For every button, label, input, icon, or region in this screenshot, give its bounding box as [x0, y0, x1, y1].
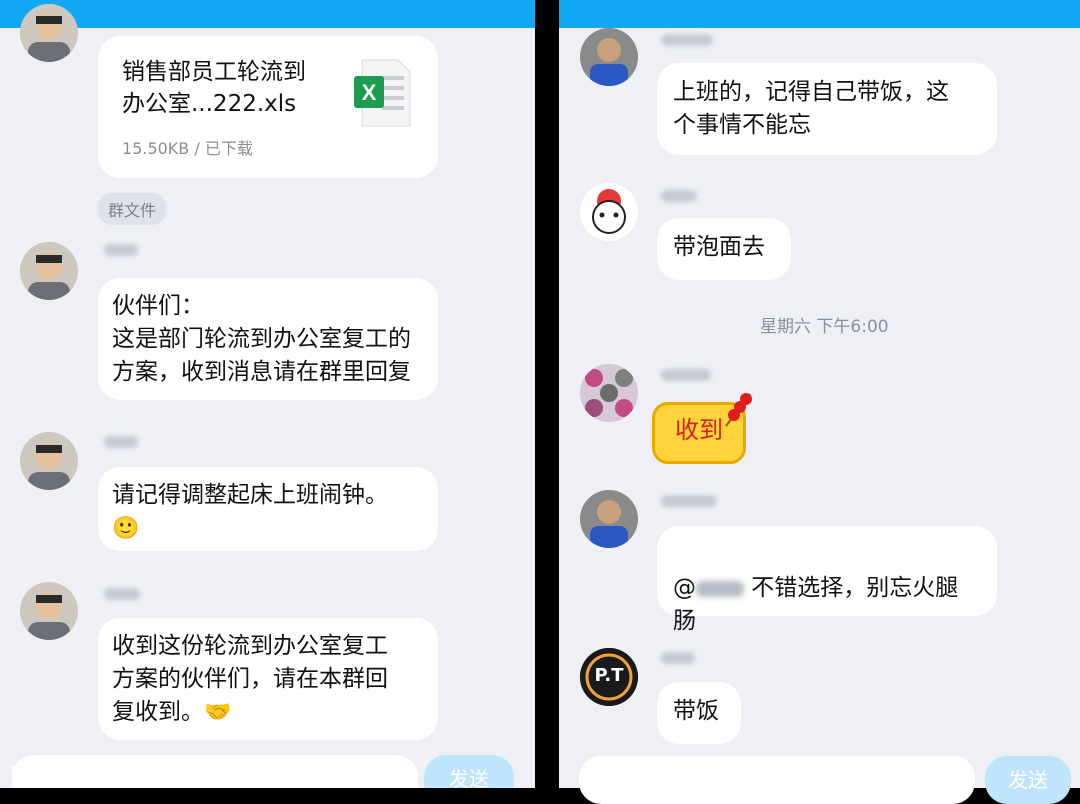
chat-header — [559, 0, 1080, 28]
message-bubble[interactable]: 伙伴们： 这是部门轮流到办公室复工的 方案，收到消息请在群里回复 — [98, 278, 438, 400]
avatar[interactable] — [20, 242, 78, 300]
excel-file-icon: X — [354, 58, 412, 128]
message-text: 请记得调整起床上班闹钟。 — [112, 482, 388, 508]
smile-emoji-icon: 🙂 — [112, 516, 140, 541]
watermark-text: 大数跨境 — [47, 760, 136, 785]
avatar[interactable] — [20, 432, 78, 490]
avatar[interactable] — [580, 183, 638, 241]
watermark-icon: ᑌ∞ — [10, 763, 40, 784]
message-bubble[interactable]: 上班的，记得自己带饭，这 个事情不能忘 — [657, 63, 997, 155]
avatar[interactable] — [580, 364, 638, 422]
send-button[interactable]: 发送 — [424, 755, 514, 788]
message-text: 收到 — [675, 416, 723, 444]
file-name: 销售部员工轮流到 办公室...222.xls — [122, 59, 306, 117]
right-chat-panel: 上班的，记得自己带饭，这 个事情不能忘 带泡面去 星期六 下午6:00 — [559, 0, 1080, 788]
tanghulu-icon — [722, 390, 756, 432]
handshake-emoji-icon: 🤝 — [204, 700, 232, 725]
sender-name — [661, 369, 711, 381]
left-chat-panel: 销售部员工轮流到 办公室...222.xls 15.50KB / 已下载 X 群… — [0, 0, 535, 788]
message-text: 收到这份轮流到办公室复工 方案的伙伴们，请在本群回 复收到。 — [112, 633, 388, 725]
avatar[interactable] — [20, 4, 78, 62]
message-bubble[interactable]: 带泡面去 — [657, 218, 791, 280]
sender-name — [104, 436, 138, 448]
group-file-chip[interactable]: 群文件 — [98, 193, 167, 225]
file-meta: 15.50KB / 已下载 — [122, 139, 253, 158]
message-bubble[interactable]: 收到这份轮流到办公室复工 方案的伙伴们，请在本群回 复收到。🤝 — [98, 618, 438, 740]
chat-header — [0, 0, 535, 28]
sender-name — [661, 34, 713, 46]
timestamp: 星期六 下午6:00 — [760, 317, 889, 337]
svg-text:X: X — [362, 80, 377, 105]
avatar[interactable] — [580, 28, 638, 86]
message-bubble[interactable]: 请记得调整起床上班闹钟。 🙂 — [98, 467, 438, 551]
watermark-logo: ᑌ∞ 大数跨境 — [10, 754, 135, 786]
sender-name — [104, 588, 140, 600]
message-text: 伙伴们： 这是部门轮流到办公室复工的 方案，收到消息请在群里回复 — [112, 293, 411, 385]
sender-name — [104, 244, 138, 256]
avatar[interactable] — [20, 582, 78, 640]
file-message-bubble[interactable]: 销售部员工轮流到 办公室...222.xls 15.50KB / 已下载 X — [98, 36, 438, 178]
sender-name — [661, 190, 697, 202]
message-text: 带泡面去 — [673, 234, 765, 260]
message-text: 上班的，记得自己带饭，这 个事情不能忘 — [673, 79, 949, 138]
